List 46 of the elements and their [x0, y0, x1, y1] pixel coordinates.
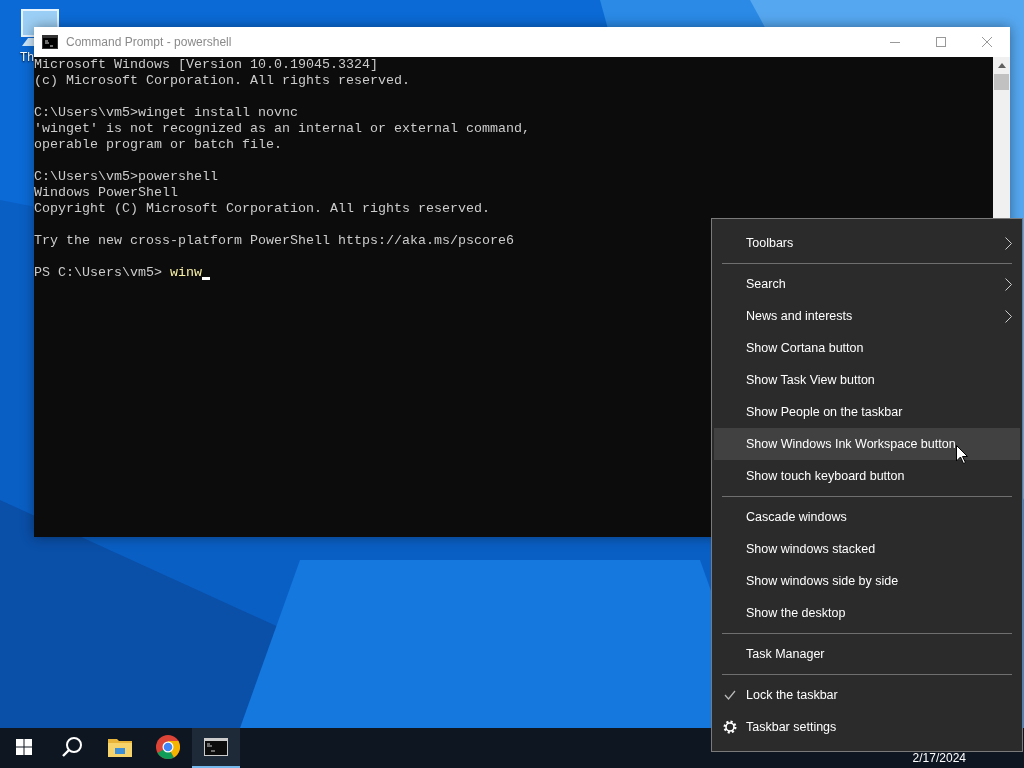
- menu-item[interactable]: News and interests: [714, 300, 1020, 332]
- console-line: Copyright (C) Microsoft Corporation. All rights reserved.: [34, 201, 490, 217]
- console-line: C:\Users\vm5>winget install novnc: [34, 105, 298, 121]
- console-line: Microsoft Windows [Version 10.0.19045.3324]: [34, 57, 378, 73]
- menu-item[interactable]: Search: [714, 268, 1020, 300]
- console-line: (c) Microsoft Corporation. All rights reserved.: [34, 73, 410, 89]
- chevron-right-icon: [1005, 236, 1012, 250]
- menu-item[interactable]: Show Task View button: [714, 364, 1020, 396]
- terminal-icon: [42, 35, 58, 49]
- menu-item[interactable]: Toolbars: [714, 227, 1020, 259]
- menu-item[interactable]: Cascade windows: [714, 501, 1020, 533]
- console-line: C:\Users\vm5>powershell: [34, 169, 218, 185]
- search-icon: [61, 736, 83, 758]
- settings-icon: [723, 720, 737, 734]
- taskbar-button[interactable]: [192, 728, 240, 768]
- menu-item[interactable]: Show Cortana button: [714, 332, 1020, 364]
- scroll-up-icon[interactable]: [997, 63, 1006, 68]
- typed-command: winw: [170, 265, 202, 281]
- menu-item[interactable]: Show touch keyboard button: [714, 460, 1020, 492]
- scrollbar-thumb[interactable]: [994, 74, 1009, 90]
- menu-item[interactable]: Show windows side by side: [714, 565, 1020, 597]
- text-cursor: [202, 277, 210, 280]
- console-prompt: PS C:\Users\vm5>: [34, 265, 163, 281]
- console-line: Try the new cross-platform PowerShell https://aka.ms/pscore6: [34, 233, 514, 249]
- chevron-right-icon: [1005, 277, 1012, 291]
- window-title: Command Prompt - powershell: [66, 35, 233, 49]
- menu-item[interactable]: Show windows stacked: [714, 533, 1020, 565]
- menu-item[interactable]: Show People on the taskbar: [714, 396, 1020, 428]
- minimize-icon: [890, 41, 900, 43]
- menu-item[interactable]: Task Manager: [714, 638, 1020, 670]
- chevron-right-icon: [1005, 309, 1012, 323]
- menu-item[interactable]: Taskbar settings: [714, 711, 1020, 743]
- clock-date[interactable]: 2/17/2024: [912, 751, 966, 765]
- console-line: 'winget' is not recognized as an internal or external command,: [34, 121, 530, 137]
- terminal-icon: [204, 738, 228, 756]
- console-line: operable program or batch file.: [34, 137, 282, 153]
- folder-icon: [108, 737, 132, 757]
- maximize-icon: [936, 37, 946, 47]
- menu-item[interactable]: Show the desktop: [714, 597, 1020, 629]
- console-line: Windows PowerShell: [34, 185, 178, 201]
- menu-item[interactable]: Lock the taskbar: [714, 679, 1020, 711]
- menu-item[interactable]: Show Windows Ink Workspace button: [714, 428, 1020, 460]
- windows-logo-icon: [16, 739, 32, 755]
- mouse-pointer-icon: [956, 445, 968, 464]
- close-icon: [982, 37, 992, 47]
- round-logo-icon: [156, 735, 180, 759]
